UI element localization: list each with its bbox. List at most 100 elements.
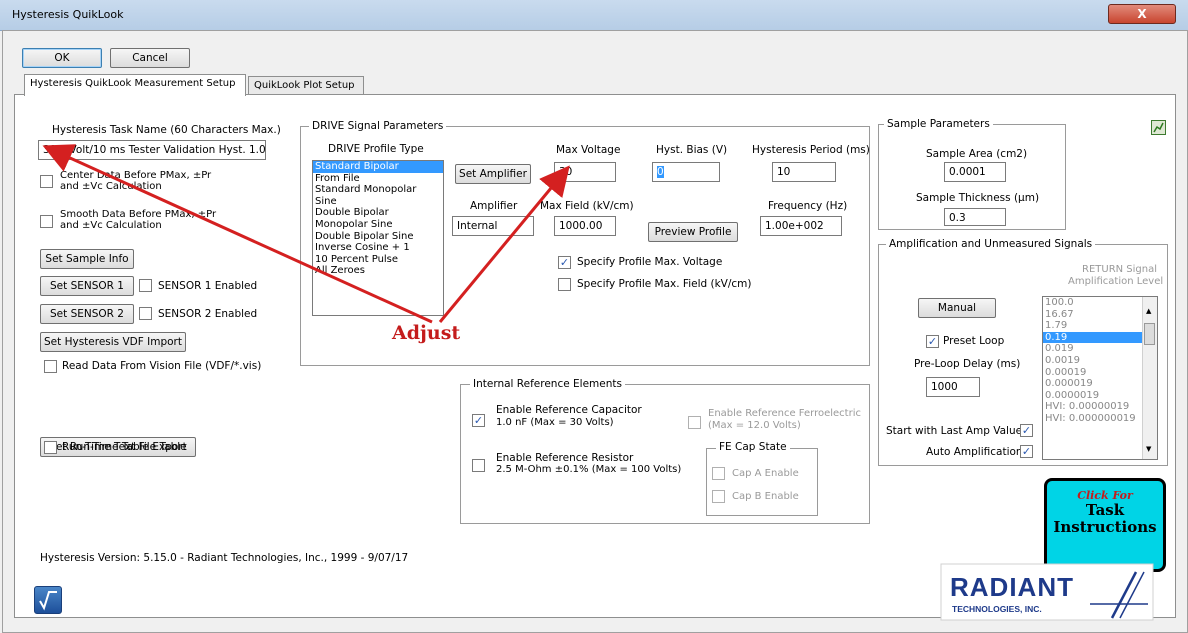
sensor2-enabled-checkbox[interactable] bbox=[139, 307, 152, 320]
reference-ferroelectric-label: Enable Reference Ferroelectric bbox=[708, 408, 861, 419]
list-item[interactable]: 0.000019 bbox=[1043, 378, 1143, 390]
center-data-checkbox[interactable] bbox=[40, 175, 53, 188]
profile-type-label: DRIVE Profile Type bbox=[328, 143, 424, 155]
reference-elements-label: Internal Reference Elements bbox=[470, 378, 625, 390]
list-item[interactable]: 0.0000019 bbox=[1043, 390, 1143, 402]
tab-measurement-setup[interactable]: Hysteresis QuikLook Measurement Setup bbox=[24, 74, 246, 96]
smooth-data-checkbox[interactable] bbox=[40, 215, 53, 228]
list-item[interactable]: Sine bbox=[313, 196, 443, 208]
set-vdf-import-button[interactable]: Set Hysteresis VDF Import bbox=[40, 332, 186, 352]
cap-b-label: Cap B Enable bbox=[732, 491, 799, 502]
amplifier-label: Amplifier bbox=[470, 200, 518, 212]
list-item[interactable]: 0.0019 bbox=[1043, 355, 1143, 367]
sensor1-enabled-label: SENSOR 1 Enabled bbox=[158, 280, 258, 292]
list-item[interactable]: HVI: 0.00000019 bbox=[1043, 401, 1143, 413]
list-item[interactable]: All Zeroes bbox=[313, 265, 443, 277]
max-field-field[interactable]: 1000.00 bbox=[554, 216, 616, 236]
sample-thickness-field[interactable]: 0.3 bbox=[944, 208, 1006, 226]
list-item[interactable]: Standard Bipolar bbox=[313, 161, 443, 173]
fe-cap-state-group bbox=[706, 448, 818, 516]
reference-capacitor-checkbox[interactable]: ✓ bbox=[472, 414, 485, 427]
window-title: Hysteresis QuikLook bbox=[12, 8, 124, 21]
drive-signal-group-label: DRIVE Signal Parameters bbox=[309, 120, 447, 132]
scroll-up-icon[interactable]: ▲ bbox=[1146, 307, 1151, 315]
logo-brand-text: RADIANT bbox=[950, 572, 1074, 602]
sensor1-enabled-checkbox[interactable] bbox=[139, 279, 152, 292]
amplification-level-list[interactable]: 100.0 16.67 1.79 0.19 0.019 0.0019 0.000… bbox=[1042, 296, 1158, 460]
set-amplifier-button[interactable]: Set Amplifier bbox=[455, 164, 531, 184]
set-sensor2-button[interactable]: Set SENSOR 2 bbox=[40, 304, 134, 324]
reference-capacitor-label: Enable Reference Capacitor bbox=[496, 404, 642, 416]
list-item[interactable]: HVI: 0.000000019 bbox=[1043, 413, 1143, 425]
sample-area-field[interactable]: 0.0001 bbox=[944, 162, 1006, 182]
hyst-bias-field[interactable]: 0 bbox=[652, 162, 720, 182]
list-item[interactable]: 0.00019 bbox=[1043, 367, 1143, 379]
version-text: Hysteresis Version: 5.15.0 - Radiant Tec… bbox=[40, 552, 409, 564]
list-item[interactable]: 0.019 bbox=[1043, 343, 1143, 355]
specify-voltage-label: Specify Profile Max. Voltage bbox=[577, 256, 723, 268]
smooth-data-label-line2: and ±Vc Calculation bbox=[60, 220, 162, 231]
period-field[interactable]: 10 bbox=[772, 162, 836, 182]
list-item[interactable]: From File bbox=[313, 173, 443, 185]
close-button[interactable]: X bbox=[1108, 4, 1176, 24]
list-item[interactable]: Standard Monopolar bbox=[313, 184, 443, 196]
cap-a-checkbox[interactable] bbox=[712, 467, 725, 480]
center-data-label-line2: and ±Vc Calculation bbox=[60, 181, 162, 192]
list-item[interactable]: Double Bipolar bbox=[313, 207, 443, 219]
reference-resistor-spec: 2.5 M-Ohm ±0.1% (Max = 100 Volts) bbox=[496, 464, 682, 475]
tab-plot-setup[interactable]: QuikLook Plot Setup bbox=[248, 76, 364, 96]
list-item[interactable]: 16.67 bbox=[1043, 309, 1143, 321]
manual-button[interactable]: Manual bbox=[918, 298, 996, 318]
list-item[interactable]: 10 Percent Pulse bbox=[313, 254, 443, 266]
task-instructions-button[interactable]: Click For Task Instructions bbox=[1044, 478, 1166, 572]
read-vision-file-checkbox[interactable] bbox=[44, 360, 57, 373]
auto-amplification-checkbox[interactable]: ✓ bbox=[1020, 445, 1033, 458]
list-item[interactable]: Monopolar Sine bbox=[313, 219, 443, 231]
list-scrollbar[interactable]: ▲ ▼ bbox=[1142, 297, 1157, 459]
max-voltage-field[interactable]: 30 bbox=[554, 162, 616, 182]
preset-loop-checkbox[interactable]: ✓ bbox=[926, 335, 939, 348]
profile-type-list[interactable]: Standard Bipolar From File Standard Mono… bbox=[312, 160, 444, 316]
hyst-bias-value: 0 bbox=[657, 166, 664, 178]
chart-glyph-icon bbox=[1153, 122, 1164, 133]
logo-sub-text: TECHNOLOGIES, INC. bbox=[952, 604, 1042, 614]
specify-voltage-checkbox[interactable]: ✓ bbox=[558, 256, 571, 269]
adjust-annotation: Adjust bbox=[392, 322, 461, 344]
amplification-group-label: Amplification and Unmeasured Signals bbox=[886, 238, 1096, 250]
vision-app-icon[interactable] bbox=[34, 586, 62, 614]
list-item[interactable]: 1.79 bbox=[1043, 320, 1143, 332]
preloop-delay-field[interactable]: 1000 bbox=[926, 377, 980, 397]
cap-b-checkbox[interactable] bbox=[712, 490, 725, 503]
reference-capacitor-spec: 1.0 nF (Max = 30 Volts) bbox=[496, 417, 614, 428]
chart-icon[interactable] bbox=[1151, 120, 1166, 135]
sample-parameters-label: Sample Parameters bbox=[884, 118, 993, 130]
amplifier-field[interactable]: Internal bbox=[452, 216, 534, 236]
list-item[interactable]: 0.19 bbox=[1043, 331, 1143, 344]
sample-thickness-label: Sample Thickness (µm) bbox=[916, 192, 1040, 204]
amplification-level-items: 100.0 16.67 1.79 0.19 0.019 0.0019 0.000… bbox=[1043, 297, 1143, 425]
scroll-thumb[interactable] bbox=[1144, 323, 1155, 345]
set-sample-info-button[interactable]: Set Sample Info bbox=[40, 249, 134, 269]
list-item[interactable]: Double Bipolar Sine bbox=[313, 231, 443, 243]
task-instructions-line2: Task bbox=[1085, 501, 1125, 519]
cancel-button[interactable]: Cancel bbox=[110, 48, 190, 68]
runtime-text-table-checkbox[interactable] bbox=[44, 441, 57, 454]
runtime-text-table-label: Run-Time Text File Table bbox=[62, 441, 187, 453]
list-item[interactable]: 100.0 bbox=[1043, 297, 1143, 309]
hyst-bias-label: Hyst. Bias (V) bbox=[656, 144, 728, 156]
start-last-amp-checkbox[interactable]: ✓ bbox=[1020, 424, 1033, 437]
reference-resistor-checkbox[interactable] bbox=[472, 459, 485, 472]
period-label: Hysteresis Period (ms) bbox=[752, 144, 870, 156]
scroll-down-icon[interactable]: ▼ bbox=[1146, 445, 1151, 453]
frequency-field[interactable]: 1.00e+002 bbox=[760, 216, 842, 236]
preview-profile-button[interactable]: Preview Profile bbox=[648, 222, 738, 242]
task-name-field[interactable]: 30.0-Volt/10 ms Tester Validation Hyst. … bbox=[38, 140, 266, 160]
reference-ferroelectric-checkbox[interactable] bbox=[688, 416, 701, 429]
center-data-label: Center Data Before PMax, ±Pr bbox=[60, 170, 212, 181]
ok-button[interactable]: OK bbox=[22, 48, 102, 68]
auto-amplification-label: Auto Amplification bbox=[926, 446, 1023, 458]
smooth-data-label: Smooth Data Before PMax, ±Pr bbox=[60, 209, 217, 220]
set-sensor1-button[interactable]: Set SENSOR 1 bbox=[40, 276, 134, 296]
list-item[interactable]: Inverse Cosine + 1 bbox=[313, 242, 443, 254]
specify-field-checkbox[interactable] bbox=[558, 278, 571, 291]
